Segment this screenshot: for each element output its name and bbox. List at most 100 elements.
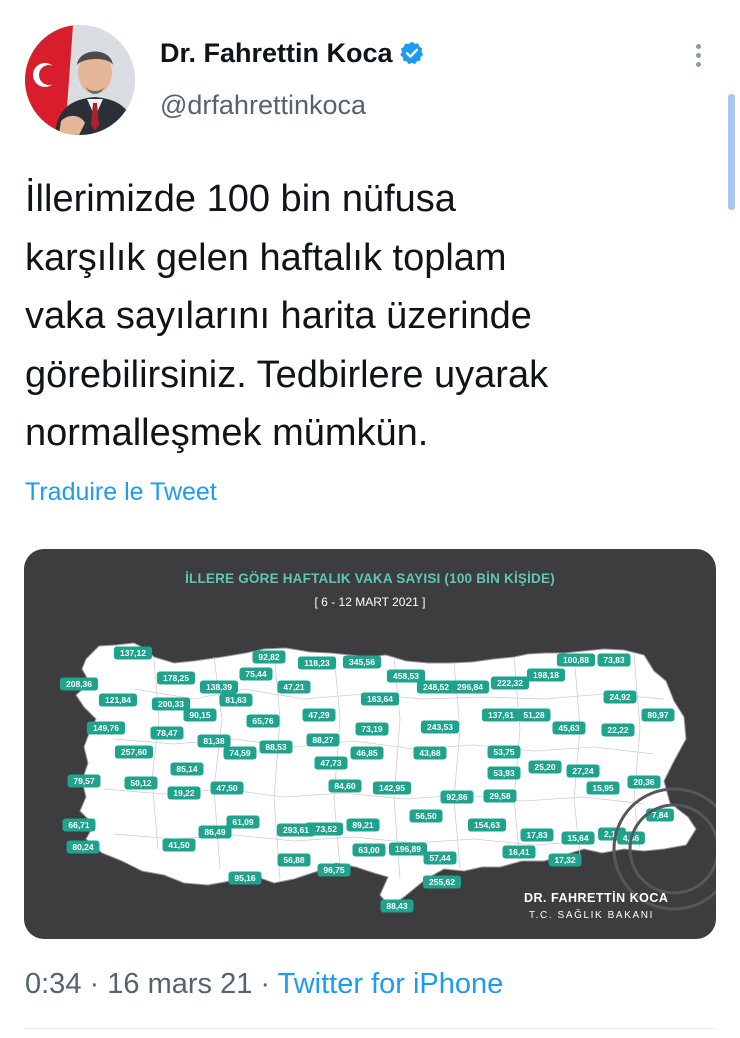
province-value-badge: 137,12 [113,646,153,660]
province-value-badge: 196,89 [388,842,428,856]
province-value-text: 137,12 [120,648,146,658]
province-value-text: 75,44 [245,669,267,679]
province-value-text: 56,88 [283,855,305,865]
province-value-text: 154,63 [474,820,500,830]
province-value-text: 16,41 [508,847,530,857]
scrollbar[interactable] [728,94,735,210]
avatar[interactable] [25,25,135,135]
province-value-text: 88,27 [312,735,334,745]
province-value-badge: 75,44 [239,667,273,681]
province-value-badge: 95,16 [228,871,262,885]
province-value-text: 138,39 [206,682,232,692]
tweet-source-link[interactable]: Twitter for iPhone [278,968,504,1000]
avatar-photo [25,25,135,135]
map-signature-title: T.C. SAĞLIK BAKANI [529,910,654,921]
province-value-badge: 47,50 [210,781,244,795]
province-value-badge: 46,85 [350,746,384,760]
province-value-text: 89,21 [352,820,374,830]
province-value-text: 78,47 [156,728,178,738]
province-value-badge: 86,49 [198,825,232,839]
province-value-text: 51,28 [523,710,545,720]
province-value-badge: 65,76 [246,714,280,728]
province-value-badge: 17,83 [520,828,554,842]
province-value-badge: 84,60 [328,779,362,793]
author-name[interactable]: Dr. Fahrettin Koca [160,38,425,69]
province-value-badge: 154,63 [467,818,507,832]
province-value-badge: 61,09 [226,815,260,829]
province-value-badge: 89,21 [346,818,380,832]
province-value-text: 74,59 [229,748,251,758]
province-value-badge: 92,86 [440,790,474,804]
province-value-text: 208,36 [66,679,92,689]
province-value-badge: 222,32 [490,676,530,690]
province-value-text: 53,93 [493,768,515,778]
province-value-badge: 53,93 [487,766,521,780]
province-value-badge: 19,22 [167,786,201,800]
province-value-badge: 149,76 [86,721,126,735]
author-handle[interactable]: @drfahrettinkoca [160,90,366,121]
more-options-icon[interactable] [688,40,708,74]
province-value-text: 85,14 [176,764,198,774]
province-value-text: 243,53 [427,722,453,732]
province-value-text: 73,83 [603,655,625,665]
province-value-badge: 88,27 [306,733,340,747]
province-value-text: 86,49 [204,827,226,837]
province-value-text: 47,50 [216,783,238,793]
province-value-text: 81,63 [225,695,247,705]
province-value-badge: 293,61 [276,823,316,837]
province-value-badge: 45,63 [552,721,586,735]
province-value-badge: 88,43 [380,899,414,913]
province-value-text: 88,43 [386,901,408,911]
province-value-text: 92,86 [446,792,468,802]
province-value-badge: 27,24 [566,764,600,778]
province-value-text: 47,73 [320,758,342,768]
province-value-badge: 20,36 [627,775,661,789]
province-value-text: 66,71 [68,820,90,830]
province-value-badge: 118,23 [297,656,337,670]
province-value-text: 57,44 [429,853,451,863]
province-value-text: 25,20 [534,762,556,772]
province-value-text: 142,95 [379,783,405,793]
verified-badge-icon [399,41,423,65]
province-value-badge: 24,92 [603,690,637,704]
province-value-text: 257,60 [121,747,147,757]
tweet-text: İllerimizde 100 bin nüfusa karşılık gele… [25,178,549,454]
province-value-text: 46,85 [356,748,378,758]
province-value-badge: 200,33 [151,697,191,711]
province-value-text: 47,21 [283,682,305,692]
province-value-badge: 88,53 [259,740,293,754]
province-value-text: 24,92 [609,692,631,702]
tweet-date[interactable]: 16 mars 21 [107,968,252,1000]
tweet-metadata: 0:34 · 16 mars 21 · Twitter for iPhone [25,968,503,1001]
province-value-badge: 16,41 [502,845,536,859]
province-value-text: 84,60 [334,781,356,791]
province-value-text: 27,24 [572,766,594,776]
province-value-badge: 345,56 [342,655,382,669]
province-value-badge: 142,95 [372,781,412,795]
province-value-text: 198,18 [533,670,559,680]
province-value-badge: 92,82 [252,650,286,664]
province-value-text: 196,89 [395,844,421,854]
province-value-badge: 74,59 [223,746,257,760]
province-value-badge: 96,75 [317,863,351,877]
province-value-text: 43,68 [419,748,441,758]
province-value-badge: 80,97 [641,708,675,722]
province-value-badge: 66,71 [62,818,96,832]
display-name-text: Dr. Fahrettin Koca [160,38,393,68]
province-value-badge: 90,15 [183,708,217,722]
province-value-text: 95,16 [234,873,256,883]
province-value-text: 61,09 [232,817,254,827]
tweet-media-map[interactable]: 137,12 178,25 92,82 118,23 345,56 458,53 100,8… [24,549,716,939]
province-value-text: 17,83 [526,830,548,840]
province-value-badge: 56,88 [277,853,311,867]
province-value-badge: 78,47 [150,726,184,740]
province-value-text: 15,95 [592,783,614,793]
province-value-badge: 15,64 [561,831,595,845]
translate-tweet-link[interactable]: Traduire le Tweet [25,478,217,507]
province-value-text: 15,64 [567,833,589,843]
province-value-text: 50,12 [130,778,152,788]
province-value-text: 63,00 [358,845,380,855]
province-value-badge: 243,53 [420,720,460,734]
province-value-text: 7,84 [652,810,669,820]
tweet-time[interactable]: 0:34 [25,968,81,1000]
